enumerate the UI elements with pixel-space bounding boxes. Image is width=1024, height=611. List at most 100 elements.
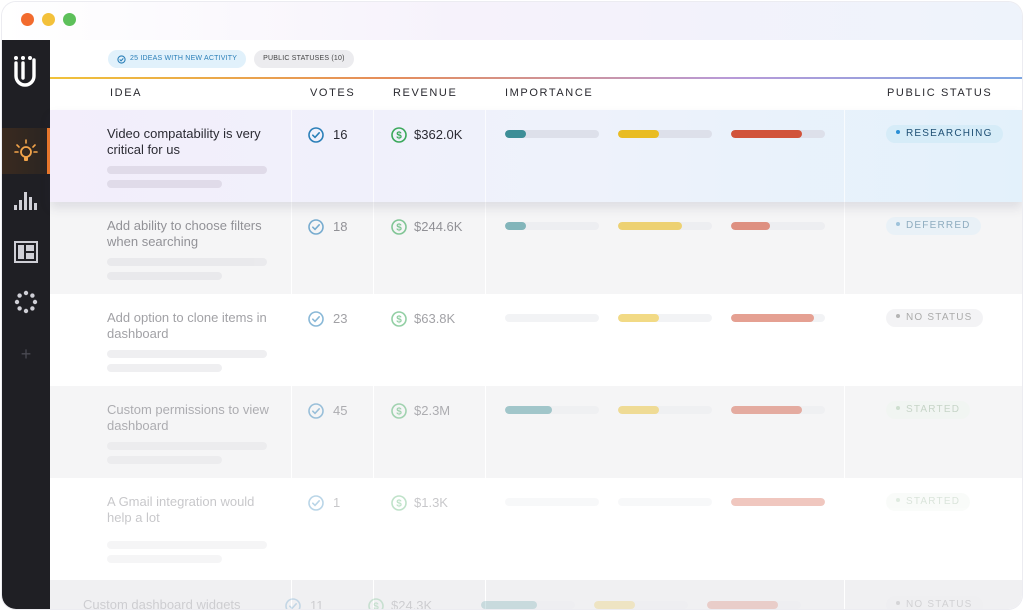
bar-chart-icon[interactable] <box>10 184 42 216</box>
importance-bar-track <box>618 406 712 414</box>
table-row[interactable]: Custom dashboard widgets 11 $ $24.3K NO STAT… <box>50 580 1022 609</box>
public-status-label: STARTED <box>906 404 961 415</box>
importance-bar-track <box>618 314 712 322</box>
column-header-importance[interactable]: IMPORTANCE <box>505 87 593 99</box>
table-row[interactable]: Video compatability is very critical for… <box>50 110 1022 202</box>
idea-title[interactable]: Custom dashboard widgets <box>83 597 283 609</box>
skeleton-line <box>107 555 222 563</box>
row-content: Add ability to choose filters when searc… <box>50 202 1022 294</box>
dollar-icon: $ <box>391 311 407 327</box>
public-status-label: RESEARCHING <box>906 128 993 139</box>
column-header-revenue[interactable]: REVENUE <box>393 87 457 99</box>
table-row[interactable]: Add ability to choose filters when searc… <box>50 202 1022 294</box>
plus-icon[interactable]: + <box>10 338 42 370</box>
lightbulb-icon[interactable] <box>2 128 50 174</box>
importance-bar-fill <box>505 222 526 230</box>
importance-bar-fill <box>505 130 526 138</box>
column-header-idea[interactable]: IDEA <box>110 87 142 99</box>
vote-count: 16 <box>333 127 348 142</box>
window-titlebar <box>2 2 1022 40</box>
skeleton-line <box>107 166 267 174</box>
filter-bar: 25 IDEAS WITH NEW ACTIVITY PUBLIC STATUS… <box>108 50 354 68</box>
revenue-value: $63.8K <box>414 311 456 326</box>
public-statuses-filter-chip[interactable]: PUBLIC STATUSES (10) <box>254 50 354 68</box>
row-content: A Gmail integration would help a lot 1 $ $1… <box>50 478 1022 580</box>
importance-bar-track <box>505 130 599 138</box>
importance-bar-fill <box>731 406 802 414</box>
dollar-icon: $ <box>368 598 384 609</box>
svg-text:$: $ <box>373 602 379 610</box>
importance-bar-track <box>731 498 825 506</box>
vote-count: 1 <box>333 495 341 510</box>
vote-count: 18 <box>333 219 348 234</box>
dollar-icon: $ <box>391 403 407 419</box>
status-dot-icon <box>896 601 900 606</box>
revenue-value: $362.0K <box>414 127 463 142</box>
sidebar: + <box>2 40 50 609</box>
vote-check-icon[interactable] <box>285 598 301 609</box>
public-status-label: STARTED <box>906 496 961 507</box>
revenue-value: $24.3K <box>391 598 433 609</box>
minimize-window-button[interactable] <box>42 13 55 26</box>
skeleton-line <box>107 258 267 266</box>
status-dot-icon <box>896 498 900 503</box>
vote-check-icon[interactable] <box>308 311 324 327</box>
public-status-badge[interactable]: STARTED <box>886 401 971 419</box>
dollar-icon: $ <box>391 219 407 235</box>
vote-check-icon[interactable] <box>308 219 324 235</box>
svg-text:$: $ <box>396 315 402 326</box>
importance-bar-fill <box>618 406 659 414</box>
idea-title[interactable]: Add ability to choose filters when searc… <box>107 218 277 250</box>
table-row[interactable]: A Gmail integration would help a lot 1 $ $1… <box>50 478 1022 580</box>
importance-bar-track <box>481 601 575 609</box>
header-accent-line <box>50 77 1022 79</box>
svg-text:$: $ <box>396 131 402 142</box>
vote-check-icon[interactable] <box>308 403 324 419</box>
vote-check-icon[interactable] <box>308 127 324 143</box>
public-status-badge[interactable]: STARTED <box>886 493 971 511</box>
vote-check-icon[interactable] <box>308 495 324 511</box>
column-header-votes[interactable]: VOTES <box>310 87 355 99</box>
vote-count: 23 <box>333 311 348 326</box>
importance-bar-fill <box>707 601 778 609</box>
importance-bar-track <box>505 406 599 414</box>
close-window-button[interactable] <box>21 13 34 26</box>
check-circle-icon <box>117 54 126 64</box>
public-status-label: DEFERRED <box>906 220 971 231</box>
idea-title[interactable]: Custom permissions to view dashboard <box>107 402 277 434</box>
public-status-badge[interactable]: DEFERRED <box>886 217 981 235</box>
public-status-badge[interactable]: NO STATUS <box>886 309 983 327</box>
importance-bar-track <box>505 314 599 322</box>
importance-bar-track <box>731 130 825 138</box>
svg-text:$: $ <box>396 499 402 510</box>
row-content: Custom permissions to view dashboard 45 $ $… <box>50 386 1022 478</box>
importance-bar-fill <box>505 406 552 414</box>
maximize-window-button[interactable] <box>63 13 76 26</box>
public-status-badge[interactable]: RESEARCHING <box>886 125 1003 143</box>
idea-title[interactable]: Add option to clone items in dashboard <box>107 310 277 342</box>
idea-title[interactable]: A Gmail integration would help a lot <box>107 494 277 526</box>
ideas-table-panel: 25 IDEAS WITH NEW ACTIVITY PUBLIC STATUS… <box>50 40 1022 609</box>
table-row[interactable]: Add option to clone items in dashboard 23… <box>50 294 1022 386</box>
row-content: Add option to clone items in dashboard 23… <box>50 294 1022 386</box>
importance-bar-fill <box>731 314 814 322</box>
table-row[interactable]: Custom permissions to view dashboard 45 $ $… <box>50 386 1022 478</box>
revenue-value: $244.6K <box>414 219 463 234</box>
importance-bar-fill <box>731 130 802 138</box>
logo-icon[interactable] <box>11 54 41 88</box>
importance-bar-track <box>731 222 825 230</box>
revenue-value: $2.3M <box>414 403 451 418</box>
idea-title[interactable]: Video compatability is very critical for… <box>107 126 277 158</box>
importance-bar-fill <box>731 498 825 506</box>
skeleton-line <box>107 272 222 280</box>
importance-bar-fill <box>618 314 659 322</box>
loading-dots-icon[interactable] <box>10 286 42 318</box>
status-dot-icon <box>896 130 900 135</box>
column-header-public-status[interactable]: PUBLIC STATUS <box>887 87 992 99</box>
row-content: Custom dashboard widgets 11 $ $24.3K NO STAT… <box>50 580 1022 609</box>
importance-bar-fill <box>481 601 537 609</box>
board-icon[interactable] <box>10 236 42 268</box>
public-status-badge[interactable]: NO STATUS <box>886 596 983 609</box>
new-activity-filter-chip[interactable]: 25 IDEAS WITH NEW ACTIVITY <box>108 50 247 68</box>
new-activity-filter-label: 25 IDEAS WITH NEW ACTIVITY <box>130 55 238 62</box>
